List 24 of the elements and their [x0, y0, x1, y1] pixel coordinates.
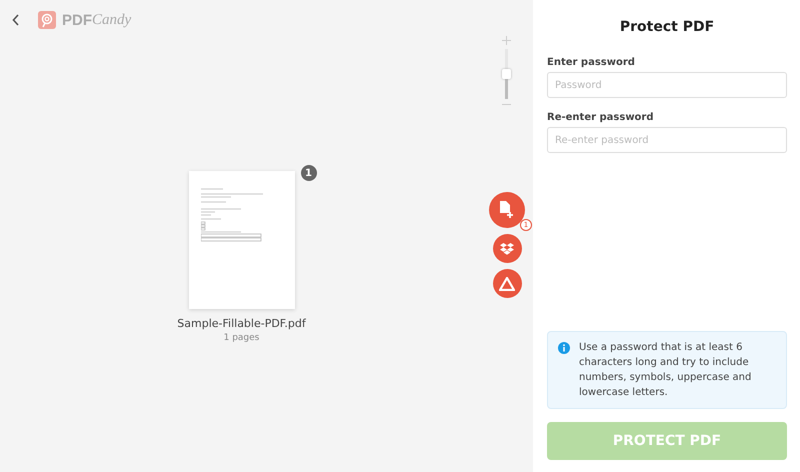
- info-text: Use a password that is at least 6 characters long and try to include numbers, symbols, uppercase and lowercase letters.: [579, 341, 752, 400]
- logo-text-script: Candy: [92, 12, 132, 28]
- add-file-button[interactable]: [489, 192, 525, 228]
- file-plus-icon: [499, 201, 515, 219]
- zoom-out-icon[interactable]: [502, 103, 511, 106]
- drive-triangle-icon: [499, 276, 515, 290]
- back-icon[interactable]: [12, 14, 20, 26]
- panel-title: Protect PDF: [618, 19, 716, 35]
- zoom-slider[interactable]: [505, 49, 508, 99]
- field-label: Enter password: [547, 57, 636, 68]
- password-field[interactable]: Password: [547, 72, 787, 98]
- zoom-thumb[interactable]: [502, 69, 511, 79]
- google-drive-button[interactable]: [492, 269, 522, 298]
- pdf-page-thumbnail[interactable]: [188, 171, 294, 309]
- info-icon: [558, 342, 570, 354]
- dropbox-icon: [500, 242, 514, 254]
- page-count: 1 pages: [224, 333, 260, 343]
- file-count-badge: 1: [300, 165, 316, 181]
- dropbox-button[interactable]: [492, 234, 522, 263]
- password-field[interactable]: Re-enter password: [547, 127, 787, 153]
- file-name: Sample-Fillable-PDF.pdf: [177, 317, 306, 330]
- logo-text-bold: PDF: [62, 12, 92, 28]
- zoom-in-icon[interactable]: [502, 36, 511, 45]
- field-label: Re-enter password: [547, 112, 655, 123]
